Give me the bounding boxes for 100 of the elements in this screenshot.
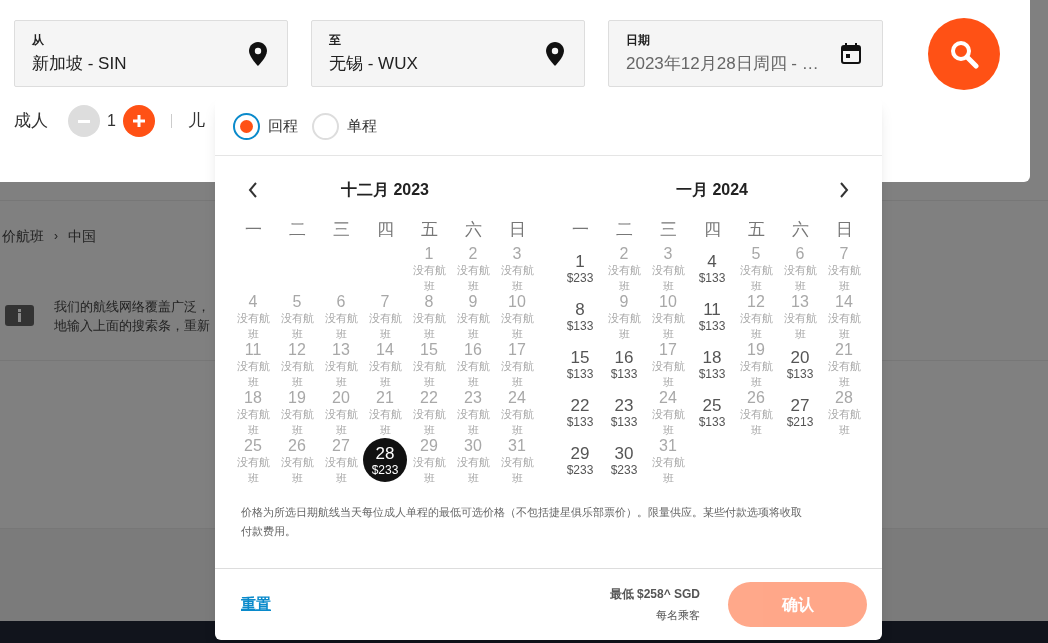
date-cell[interactable]: 26 没有航班 bbox=[734, 390, 778, 438]
date-cell[interactable]: 6 没有航班 bbox=[778, 246, 822, 294]
date-cell[interactable]: 18 没有航班 bbox=[231, 390, 275, 438]
date-cell[interactable]: 14 没有航班 bbox=[363, 342, 407, 390]
minus-icon bbox=[78, 119, 90, 123]
radio-label: 回程 bbox=[268, 115, 298, 136]
plus-icon bbox=[132, 115, 145, 127]
field-label: 至 bbox=[329, 31, 342, 49]
date-cell[interactable]: 2 没有航班 bbox=[602, 246, 646, 294]
date-cell[interactable]: 19 没有航班 bbox=[275, 390, 319, 438]
date-cell[interactable]: 16 $133 bbox=[602, 342, 646, 386]
weekday-label: 六 bbox=[790, 219, 810, 242]
field-value: 新加坡 - SIN bbox=[32, 52, 128, 75]
weekday-label: 四 bbox=[702, 219, 722, 242]
info-icon bbox=[5, 305, 34, 326]
weekday-label: 三 bbox=[658, 219, 678, 242]
input-field[interactable]: 从 新加坡 - SIN bbox=[14, 20, 288, 87]
passenger-count: 1 bbox=[107, 111, 116, 131]
breadcrumb-separator: › bbox=[54, 228, 58, 245]
date-cell[interactable]: 11 没有航班 bbox=[231, 342, 275, 390]
date-cell[interactable]: 14 没有航班 bbox=[822, 294, 866, 342]
radio-label: 单程 bbox=[347, 115, 377, 136]
date-cell[interactable]: 9 没有航班 bbox=[451, 294, 495, 342]
input-field[interactable]: 日期 2023年12月28日周四 - … bbox=[608, 20, 883, 87]
date-cell[interactable]: 11 $133 bbox=[690, 294, 734, 338]
date-cell[interactable]: 17 没有航班 bbox=[646, 342, 690, 390]
date-cell[interactable]: 28 $233 bbox=[363, 438, 407, 482]
date-cell[interactable]: 1 没有航班 bbox=[407, 246, 451, 294]
weekday-label: 四 bbox=[375, 219, 395, 242]
month-title: 一月 2024 bbox=[674, 180, 749, 200]
date-cell[interactable]: 7 没有航班 bbox=[822, 246, 866, 294]
plus-button[interactable] bbox=[122, 105, 155, 137]
reset-link[interactable]: 重置 bbox=[241, 593, 271, 616]
date-cell[interactable]: 5 没有航班 bbox=[734, 246, 778, 294]
date-cell[interactable]: 30 没有航班 bbox=[451, 438, 495, 486]
date-cell[interactable]: 16 没有航班 bbox=[451, 342, 495, 390]
date-cell[interactable]: 27 $213 bbox=[778, 390, 822, 434]
date-cell[interactable]: 4 没有航班 bbox=[231, 294, 275, 342]
date-cell[interactable]: 31 没有航班 bbox=[495, 438, 539, 486]
date-cell[interactable]: 6 没有航班 bbox=[319, 294, 363, 342]
date-cell[interactable]: 3 没有航班 bbox=[495, 246, 539, 294]
weekday-label: 二 bbox=[287, 219, 307, 242]
date-cell[interactable]: 5 没有航班 bbox=[275, 294, 319, 342]
date-cell[interactable]: 23 $133 bbox=[602, 390, 646, 434]
date-cell[interactable]: 31 没有航班 bbox=[646, 438, 690, 486]
date-cell[interactable]: 25 $133 bbox=[690, 390, 734, 434]
radio-button[interactable] bbox=[233, 112, 260, 140]
date-cell[interactable]: 9 没有航班 bbox=[602, 294, 646, 342]
date-cell[interactable]: 30 $233 bbox=[602, 438, 646, 482]
date-cell[interactable]: 15 没有航班 bbox=[407, 342, 451, 390]
weekday-label: 六 bbox=[463, 219, 483, 242]
month-title: 十二月 2023 bbox=[339, 180, 430, 200]
date-cell[interactable]: 7 没有航班 bbox=[363, 294, 407, 342]
passenger-label: 成人 bbox=[14, 110, 48, 133]
date-cell[interactable]: 13 没有航班 bbox=[778, 294, 822, 342]
date-cell[interactable]: 25 没有航班 bbox=[231, 438, 275, 486]
date-cell[interactable]: 8 $133 bbox=[558, 294, 602, 338]
weekday-label: 日 bbox=[834, 219, 854, 242]
date-cell[interactable]: 24 没有航班 bbox=[495, 390, 539, 438]
date-cell[interactable]: 4 $133 bbox=[690, 246, 734, 290]
price-note: 价格为所选日期航线当天每位成人单程的最低可选价格（不包括捷星俱乐部票价）。限量供应。某些付款选项将收取付款费用。 bbox=[241, 505, 803, 539]
date-cell[interactable]: 10 没有航班 bbox=[495, 294, 539, 342]
date-cell[interactable]: 21 没有航班 bbox=[363, 390, 407, 438]
date-cell[interactable]: 8 没有航班 bbox=[407, 294, 451, 342]
weekday-label: 五 bbox=[746, 219, 766, 242]
date-cell[interactable]: 29 $233 bbox=[558, 438, 602, 482]
weekday-label: 五 bbox=[419, 219, 439, 242]
breadcrumb-item[interactable]: 价航班 bbox=[2, 225, 44, 247]
date-cell[interactable]: 3 没有航班 bbox=[646, 246, 690, 294]
date-cell[interactable]: 27 没有航班 bbox=[319, 438, 363, 486]
input-field[interactable]: 至 无锡 - WUX bbox=[311, 20, 585, 87]
date-cell[interactable]: 22 没有航班 bbox=[407, 390, 451, 438]
date-cell[interactable]: 19 没有航班 bbox=[734, 342, 778, 390]
date-cell[interactable]: 10 没有航班 bbox=[646, 294, 690, 342]
date-cell[interactable]: 21 没有航班 bbox=[822, 342, 866, 390]
date-cell[interactable]: 13 没有航班 bbox=[319, 342, 363, 390]
map-pin-icon bbox=[249, 41, 267, 66]
date-cell[interactable]: 29 没有航班 bbox=[407, 438, 451, 486]
date-cell[interactable]: 2 没有航班 bbox=[451, 246, 495, 294]
date-cell[interactable]: 1 $233 bbox=[558, 246, 602, 290]
date-cell[interactable]: 26 没有航班 bbox=[275, 438, 319, 486]
date-cell[interactable]: 17 没有航班 bbox=[495, 342, 539, 390]
passenger-label: 儿 bbox=[187, 110, 205, 133]
date-cell[interactable]: 15 $133 bbox=[558, 342, 602, 386]
date-cell[interactable]: 28 没有航班 bbox=[822, 390, 866, 438]
date-cell[interactable]: 20 没有航班 bbox=[319, 390, 363, 438]
date-cell[interactable]: 12 没有航班 bbox=[734, 294, 778, 342]
next-month-icon[interactable] bbox=[839, 182, 849, 198]
date-cell[interactable]: 18 $133 bbox=[690, 342, 734, 386]
field-value: 2023年12月28日周四 - … bbox=[626, 52, 820, 75]
date-cell[interactable]: 22 $133 bbox=[558, 390, 602, 434]
info-text: 我们的航线网络覆盖广泛， bbox=[54, 297, 210, 316]
weekday-label: 日 bbox=[507, 219, 527, 242]
previous-month-icon[interactable] bbox=[248, 182, 258, 198]
date-cell[interactable]: 12 没有航班 bbox=[275, 342, 319, 390]
date-cell[interactable]: 23 没有航班 bbox=[451, 390, 495, 438]
weekday-label: 三 bbox=[331, 219, 351, 242]
date-cell[interactable]: 20 $133 bbox=[778, 342, 822, 386]
date-cell[interactable]: 24 没有航班 bbox=[646, 390, 690, 438]
breadcrumb-item[interactable]: 中国 bbox=[68, 225, 96, 247]
